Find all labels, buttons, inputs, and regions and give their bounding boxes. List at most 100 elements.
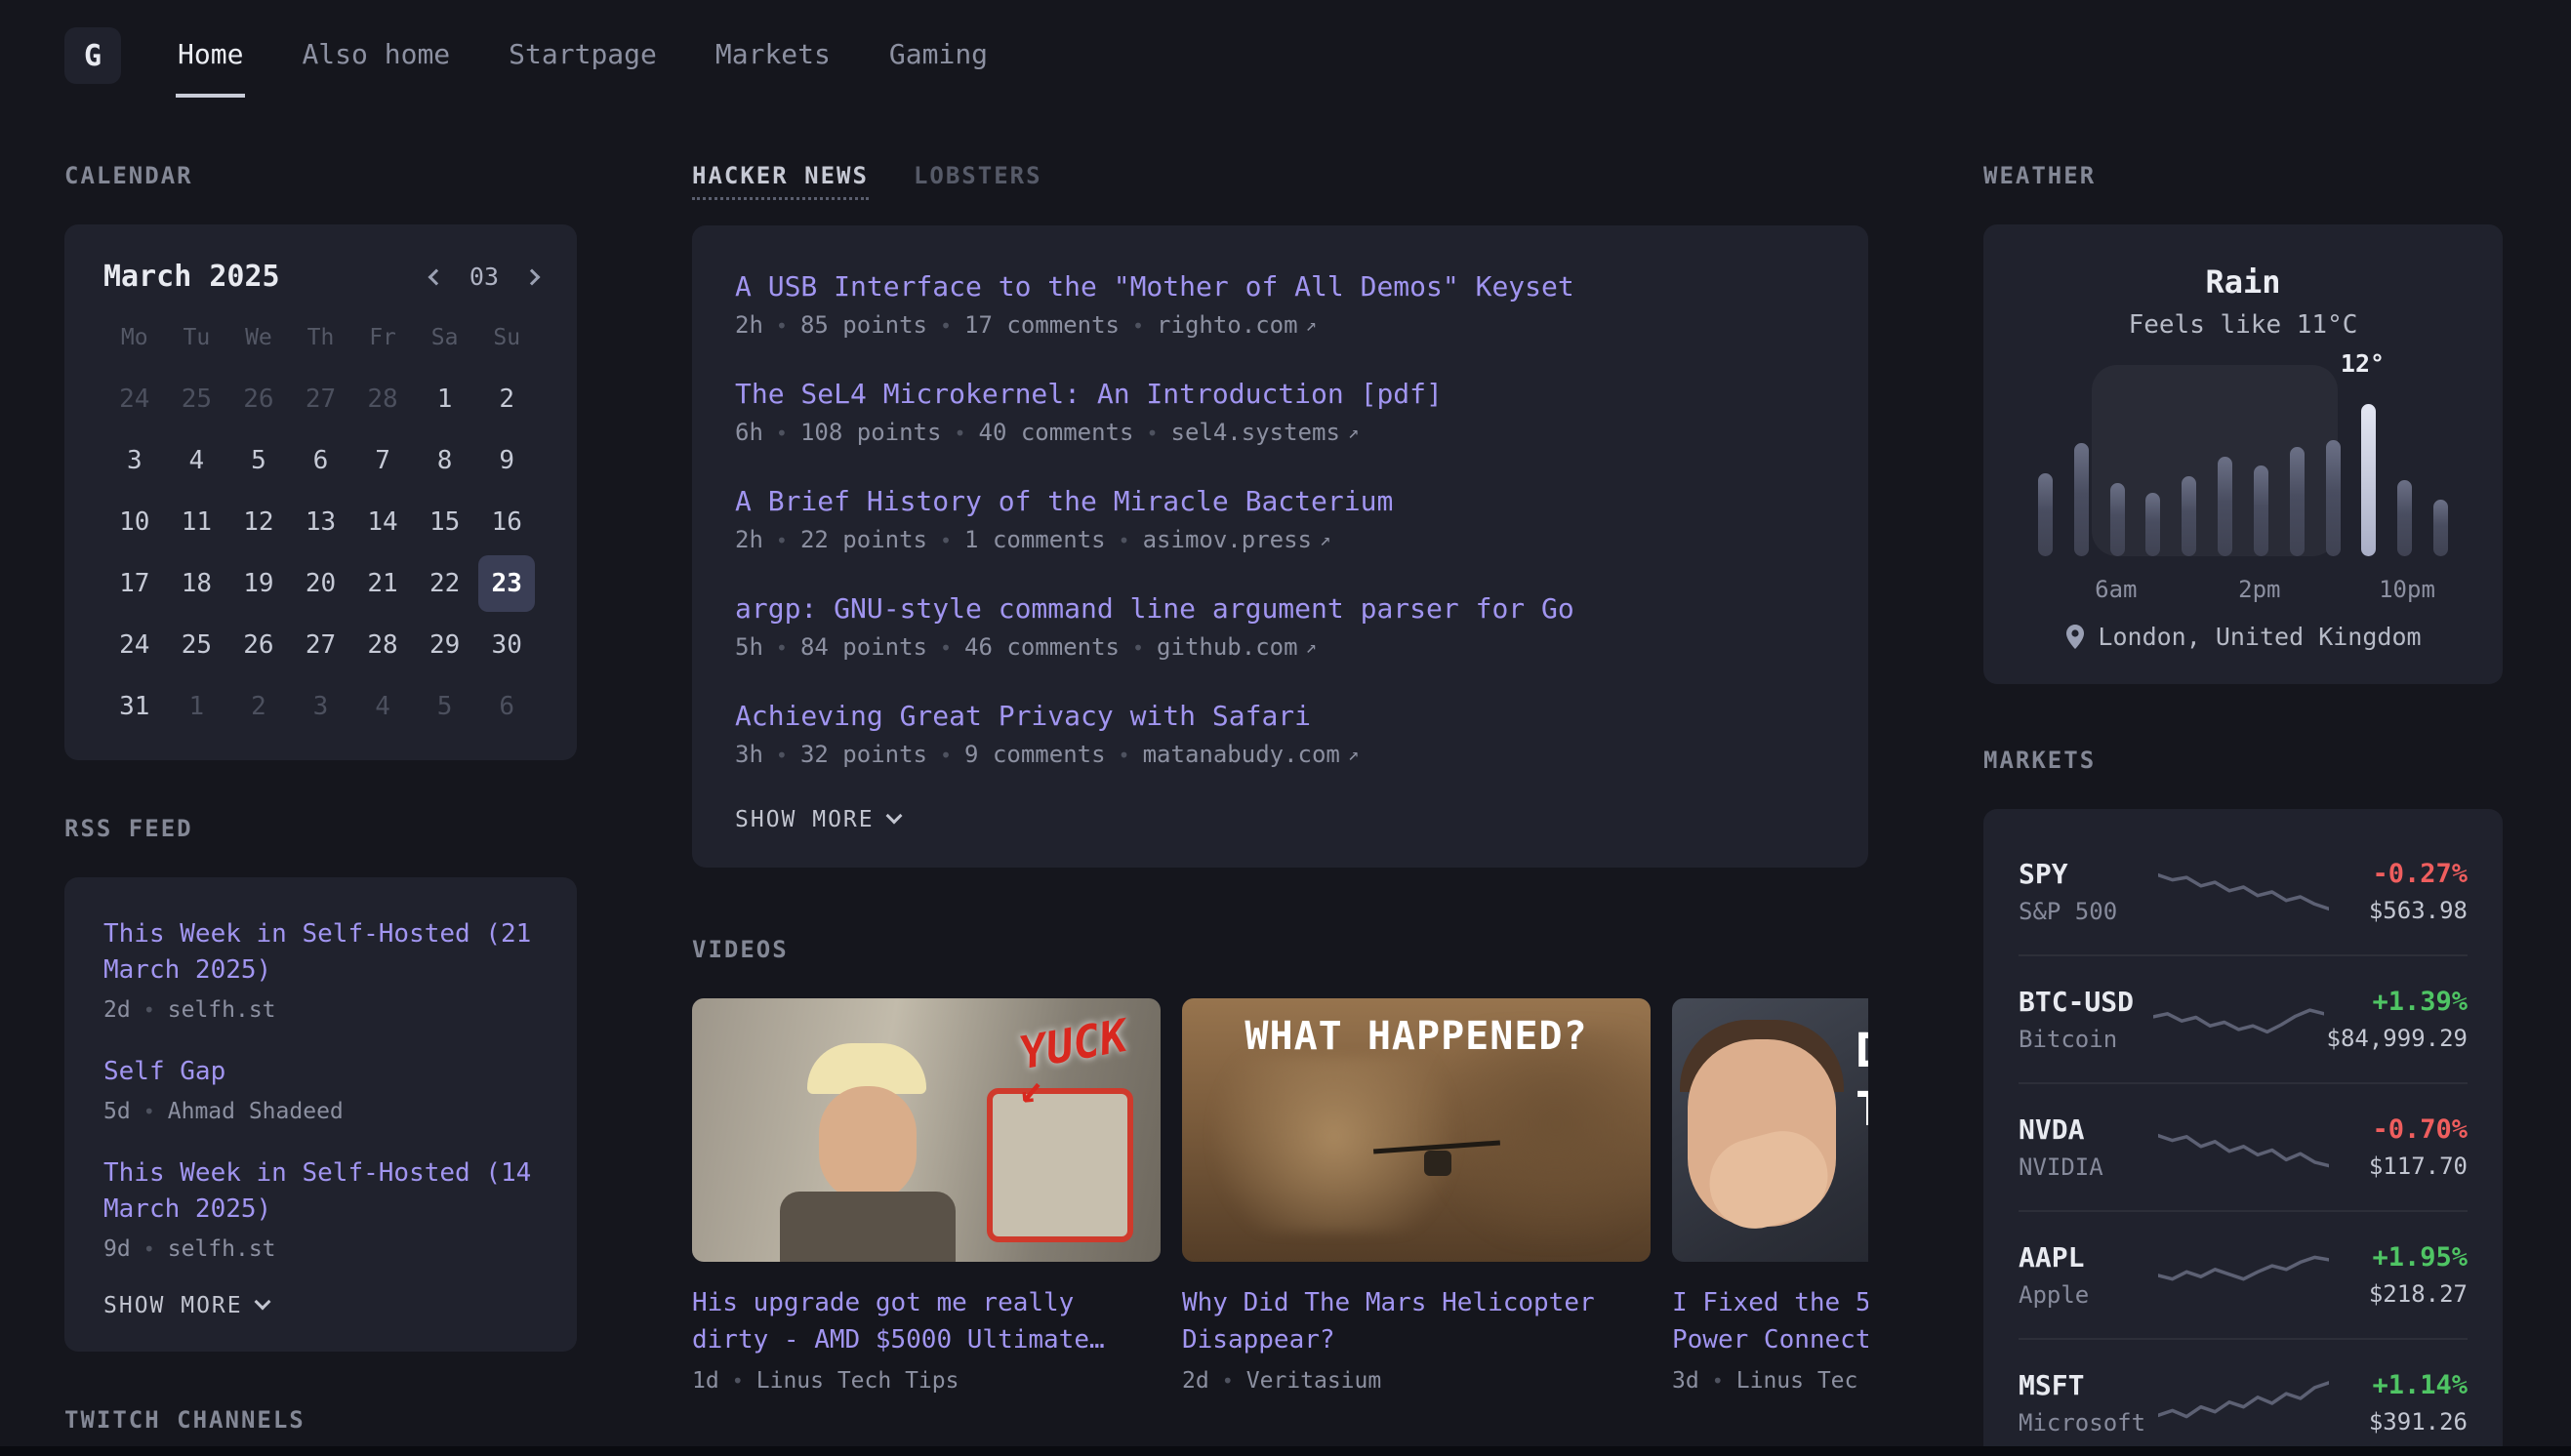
news-item-age: 5h [735, 633, 763, 661]
section-title-rss: RSS FEED [64, 815, 577, 842]
video-meta: 1d Linus Tech Tips [692, 1368, 1161, 1394]
news-item-title[interactable]: A Brief History of the Miracle Bacterium [735, 485, 1393, 517]
thumbnail-art [819, 1086, 917, 1201]
market-sparkline [2155, 862, 2331, 922]
news-item-title[interactable]: The SeL4 Microkernel: An Introduction [p… [735, 378, 1443, 410]
market-name: Microsoft [2019, 1409, 2155, 1436]
news-item-points: 84 points [763, 633, 927, 661]
calendar-day: 30 [478, 617, 535, 673]
market-row[interactable]: SPY S&P 500 -0.27% $563.98 [2019, 829, 2468, 954]
calendar-card: March 2025 03 MoTuWeThFrSaSu242526272812… [64, 224, 577, 760]
video-title[interactable]: I Fixed the 5 Power Connect [1672, 1285, 1868, 1358]
thumbnail-overlay-text: WHAT HAPPENED? [1182, 1014, 1651, 1059]
news-tab-hacker-news[interactable]: HACKER NEWS [692, 162, 869, 200]
calendar-day: 18 [168, 555, 224, 612]
calendar-day: 20 [292, 555, 348, 612]
video-age: 2d [1182, 1368, 1209, 1394]
nav-tab-markets[interactable]: Markets [714, 14, 833, 98]
news-show-more-button[interactable]: SHOW MORE [735, 807, 900, 832]
weather-peak-temp-label: 12° [2341, 349, 2385, 378]
weather-time-label: 10pm [2379, 576, 2435, 603]
rss-item-age: 9d [103, 1236, 131, 1262]
chevron-down-icon [254, 1293, 270, 1310]
news-item-source-link[interactable]: righto.com [1120, 311, 1317, 339]
location-pin-icon [2064, 624, 2086, 650]
weather-hour-bar [2397, 480, 2412, 556]
nav-tab-also-home[interactable]: Also home [300, 14, 452, 98]
calendar-day: 26 [230, 617, 287, 673]
rss-item-title[interactable]: This Week in Self-Hosted (14 March 2025) [103, 1155, 538, 1228]
news-item-source-link[interactable]: sel4.systems [1133, 419, 1359, 446]
rss-item-source: selfh.st [131, 1236, 276, 1262]
news-item-title[interactable]: argp: GNU-style command line argument pa… [735, 592, 1574, 625]
market-change: -0.70% [2331, 1114, 2468, 1145]
news-item-source-link[interactable]: asimov.press [1106, 526, 1331, 553]
market-sparkline [2155, 1373, 2331, 1434]
news-item-meta: 6h 108 points 40 comments sel4.systems [735, 419, 1825, 446]
thumbnail-art [1424, 1151, 1451, 1176]
weather-hour-bar [2038, 473, 2053, 556]
news-item-comments-link[interactable]: 46 comments [927, 633, 1120, 661]
market-ticker: SPY [2019, 858, 2155, 890]
video-title[interactable]: His upgrade got me really dirty - AMD $5… [692, 1285, 1161, 1358]
section-title-calendar: CALENDAR [64, 162, 577, 189]
calendar-day: 21 [354, 555, 411, 612]
weather-section: WEATHER Rain Feels like 11°C 12° 6am2pm1… [1983, 162, 2503, 684]
rss-item-source: Ahmad Shadeed [131, 1099, 344, 1124]
video-age: 3d [1672, 1368, 1699, 1394]
news-item-meta: 2h 22 points 1 comments asimov.press [735, 526, 1825, 553]
news-item-comments-link[interactable]: 40 comments [941, 419, 1133, 446]
video-thumbnail[interactable]: YUCK ↓ [692, 998, 1161, 1262]
rss-show-more-button[interactable]: SHOW MORE [103, 1293, 268, 1318]
prev-month-button[interactable] [428, 268, 444, 285]
nav-tab-startpage[interactable]: Startpage [507, 14, 659, 98]
news-card: A USB Interface to the "Mother of All De… [692, 225, 1868, 868]
news-item-title[interactable]: Achieving Great Privacy with Safari [735, 700, 1311, 732]
news-item-title[interactable]: A USB Interface to the "Mother of All De… [735, 270, 1574, 303]
news-item-source-text: matanabudy.com [1143, 741, 1340, 768]
news-item-source-link[interactable]: github.com [1120, 633, 1317, 661]
news-item-source-text: asimov.press [1143, 526, 1312, 553]
news-item-comments-link[interactable]: 17 comments [927, 311, 1120, 339]
market-row[interactable]: MSFT Microsoft +1.14% $391.26 [2019, 1338, 2468, 1456]
calendar-weekday-label: Su [475, 317, 538, 366]
external-link-icon [1340, 419, 1359, 446]
video-card: YUCK ↓ His upgrade got me really dirty -… [692, 998, 1161, 1394]
market-name: NVIDIA [2019, 1153, 2155, 1181]
rss-item-title[interactable]: This Week in Self-Hosted (21 March 2025) [103, 916, 538, 989]
calendar-day: 11 [168, 494, 224, 550]
calendar-weekday-label: We [227, 317, 290, 366]
app-logo[interactable]: G [64, 27, 121, 84]
market-row[interactable]: AAPL Apple +1.95% $218.27 [2019, 1210, 2468, 1338]
next-month-button[interactable] [524, 268, 541, 285]
nav-tab-gaming[interactable]: Gaming [887, 14, 990, 98]
middle-column: HACKER NEWS LOBSTERS A USB Interface to … [692, 162, 1868, 1456]
news-item-source-link[interactable]: matanabudy.com [1106, 741, 1360, 768]
market-price: $391.26 [2331, 1408, 2468, 1436]
calendar-weekday-label: Fr [351, 317, 414, 366]
news-item-comments-link[interactable]: 1 comments [927, 526, 1106, 553]
rss-item: Self Gap 5d Ahmad Shadeed [103, 1054, 538, 1124]
video-title[interactable]: Why Did The Mars Helicopter Disappear? [1182, 1285, 1651, 1358]
thumbnail-art [1416, 1028, 1651, 1242]
news-item-age: 3h [735, 741, 763, 768]
market-values: +1.14% $391.26 [2331, 1370, 2468, 1436]
thumbnail-overlay-text: DO TH [1856, 1022, 1868, 1139]
rss-item-title[interactable]: Self Gap [103, 1054, 538, 1090]
video-thumbnail[interactable]: DO TH [1672, 998, 1868, 1262]
news-item: Achieving Great Privacy with Safari 3h 3… [735, 700, 1825, 768]
market-row[interactable]: BTC-USD Bitcoin +1.39% $84,999.29 [2019, 954, 2468, 1082]
calendar-month-number: 03 [469, 263, 499, 291]
news-item-age: 2h [735, 311, 763, 339]
nav-tab-home[interactable]: Home [176, 14, 245, 98]
section-title-twitch: TWITCH CHANNELS [64, 1406, 577, 1434]
market-row[interactable]: NVDA NVIDIA -0.70% $117.70 [2019, 1082, 2468, 1210]
calendar-weekday-label: Tu [166, 317, 228, 366]
news-item-comments-link[interactable]: 9 comments [927, 741, 1106, 768]
video-thumbnail[interactable]: WHAT HAPPENED? [1182, 998, 1651, 1262]
top-nav: G Home Also home Startpage Markets Gamin… [0, 0, 2571, 98]
market-name: Bitcoin [2019, 1026, 2151, 1053]
market-values: -0.27% $563.98 [2331, 859, 2468, 924]
news-tab-lobsters[interactable]: LOBSTERS [914, 162, 1042, 189]
calendar-day: 25 [168, 371, 224, 427]
